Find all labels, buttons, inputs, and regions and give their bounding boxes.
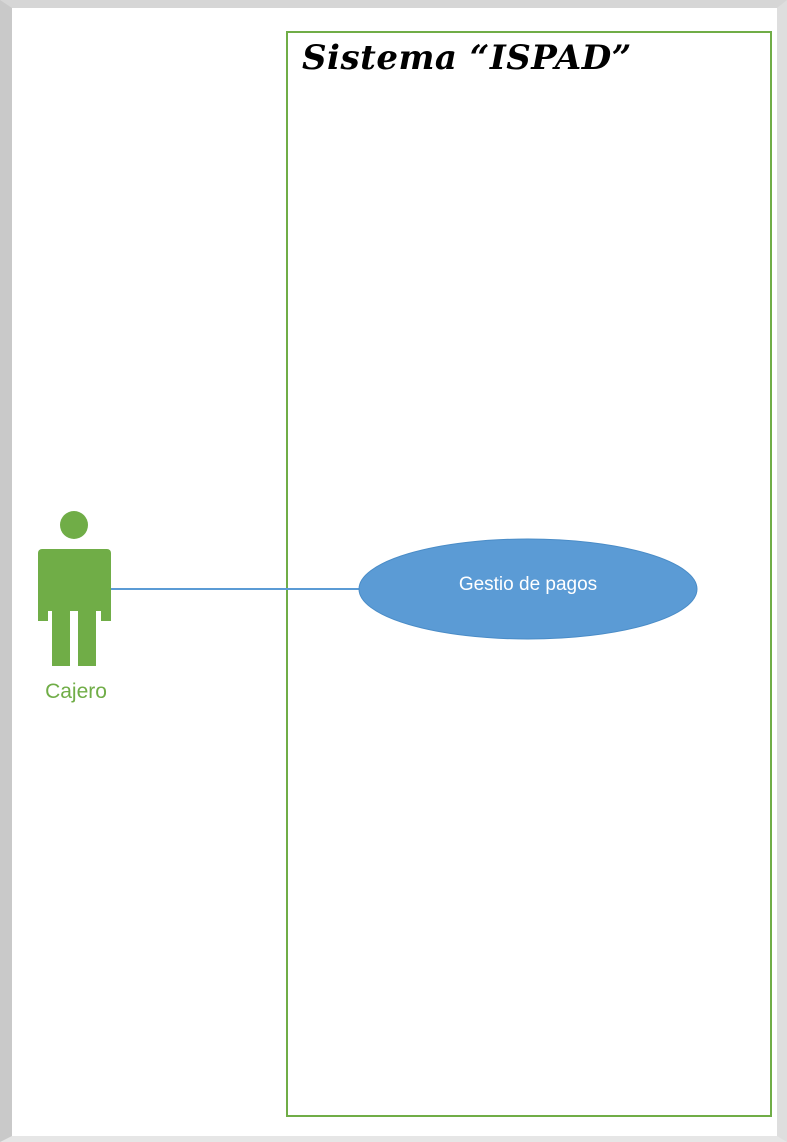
diagram-graphics [38,511,698,666]
use-case-label: Gestio de pagos [458,574,598,595]
actor-label: Cajero [45,680,107,703]
actor-person-icon [38,511,111,666]
